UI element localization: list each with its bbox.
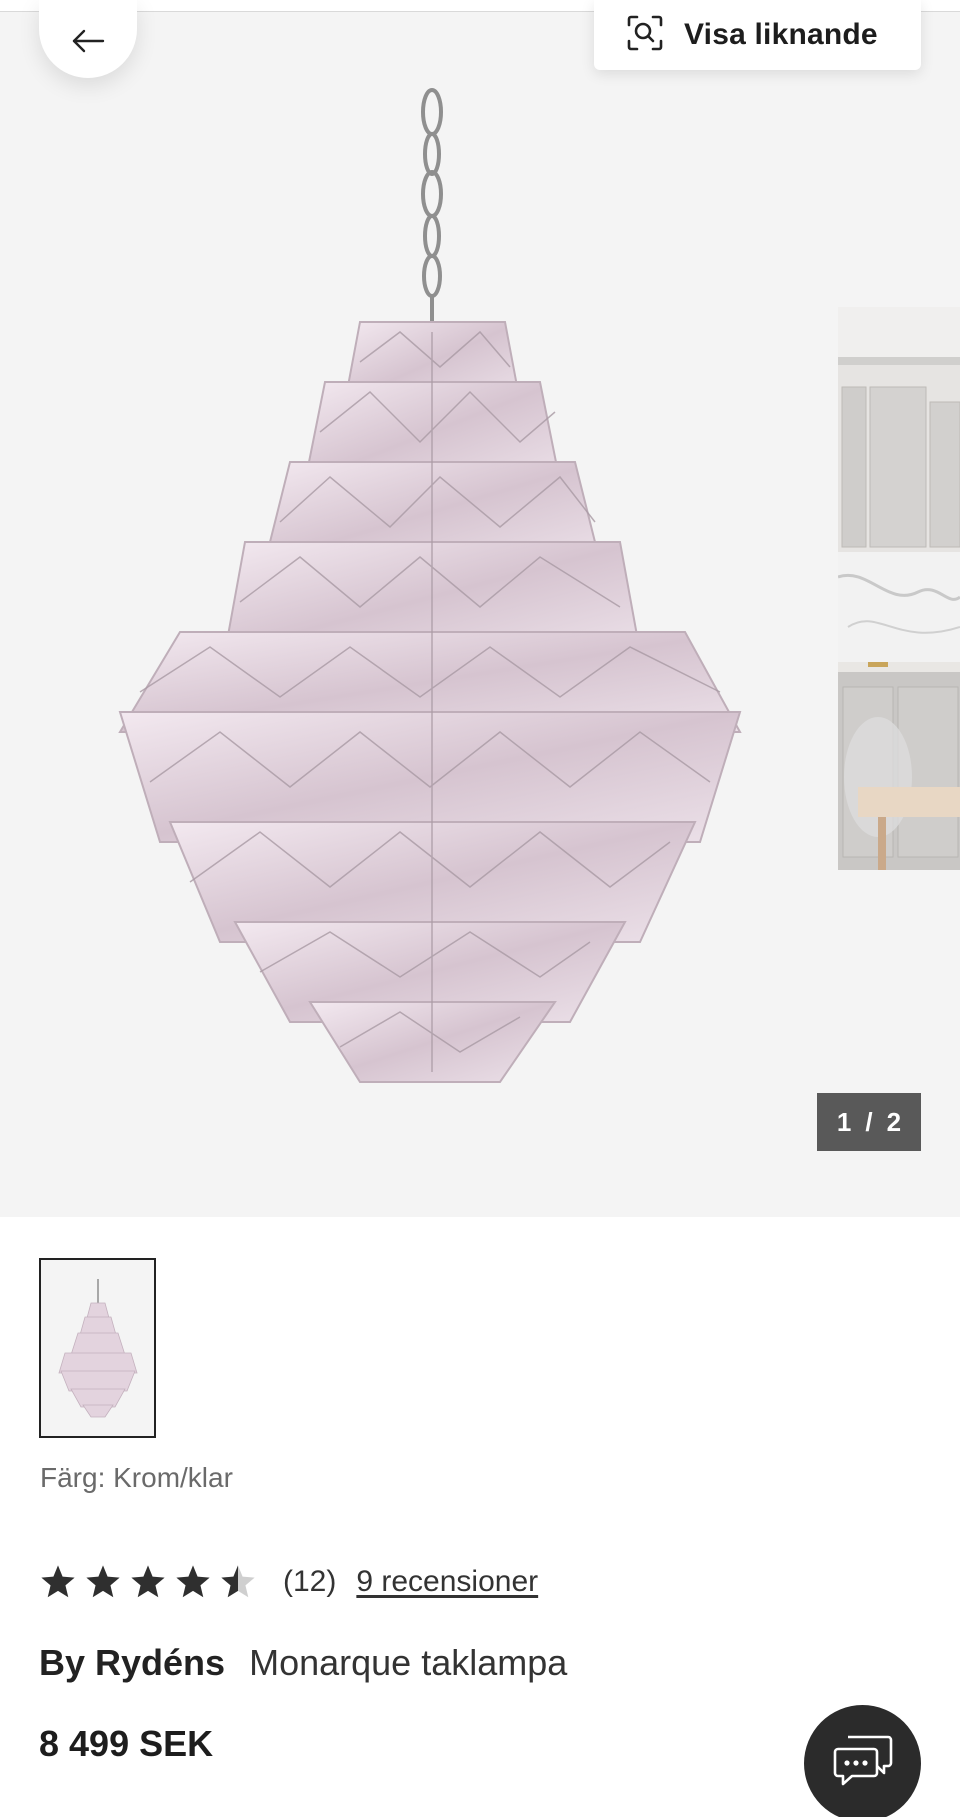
star-full-icon [131,1565,165,1598]
star-full-icon [41,1565,75,1598]
product-image-chandelier[interactable] [100,82,750,1122]
product-title: By Rydéns Monarque taklampa [39,1642,567,1684]
product-price: 8 499 SEK [39,1723,214,1764]
thumbnail-1[interactable] [39,1258,156,1438]
star-full-icon [176,1565,210,1598]
arrow-left-icon [71,24,105,58]
image-counter: 1 / 2 [817,1093,921,1151]
star-full-icon [86,1565,120,1598]
chat-bubbles-icon [832,1733,894,1794]
product-page: 1 / 2 Visa liknande Färg: Krom/klar (12)… [0,0,960,1817]
color-label: Färg: Krom/klar [40,1462,233,1493]
reviews-link[interactable]: 9 recensioner [356,1565,538,1599]
counter-separator: / [865,1106,873,1137]
chat-button[interactable] [804,1705,921,1817]
thumbnail-chandelier-image [57,1279,138,1418]
star-half-icon [221,1565,255,1598]
visa-liknande-label: Visa liknande [684,18,878,51]
rating-count: (12) [283,1565,337,1598]
visual-search-icon [626,14,664,57]
brand-name[interactable]: By Rydéns [39,1642,225,1683]
product-name: Monarque taklampa [249,1642,568,1683]
visa-liknande-button[interactable]: Visa liknande [594,0,921,70]
image-gallery[interactable]: 1 / 2 [0,12,960,1217]
counter-total: 2 [886,1106,902,1137]
star-rating [39,1563,257,1601]
next-product-image-interior[interactable] [838,307,960,870]
rating-row: (12) 9 recensioner [39,1560,538,1604]
counter-current: 1 [836,1106,852,1137]
